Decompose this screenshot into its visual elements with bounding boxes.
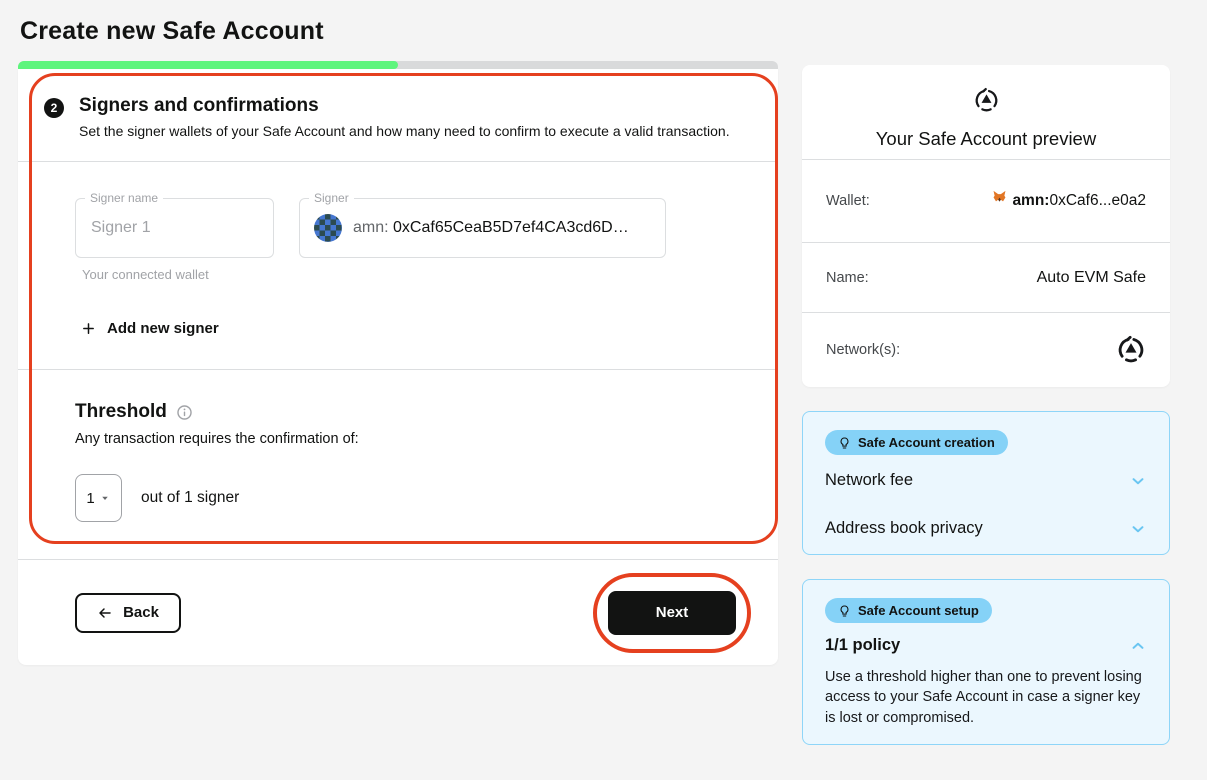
threshold-suffix: out of 1 signer (141, 489, 239, 507)
network-fee-label: Network fee (825, 471, 913, 490)
network-auto-evm-icon (1116, 335, 1146, 365)
plus-icon (81, 321, 96, 336)
next-button[interactable]: Next (608, 591, 736, 635)
back-button-label: Back (123, 604, 159, 621)
signer-name-prefix: amn: (353, 219, 389, 236)
chevron-down-icon (1129, 472, 1147, 490)
step-header: 2 Signers and confirmations Set the sign… (18, 69, 778, 162)
main-column: 2 Signers and confirmations Set the sign… (18, 61, 778, 745)
setup-badge: Safe Account setup (825, 598, 992, 623)
preview-wallet-row: Wallet: amn:0xCaf6...e0a2 (802, 159, 1170, 242)
networks-label: Network(s): (826, 342, 900, 358)
address-book-privacy-accordion[interactable]: Address book privacy (825, 519, 1147, 538)
signers-step-card: 2 Signers and confirmations Set the sign… (18, 69, 778, 665)
wallet-label: Wallet: (826, 193, 870, 209)
add-new-signer-label: Add new signer (107, 320, 219, 337)
signer-name-input[interactable] (76, 199, 273, 257)
info-icon[interactable] (176, 404, 193, 421)
creation-badge-label: Safe Account creation (858, 435, 995, 450)
arrow-left-icon (97, 605, 113, 621)
chevron-down-icon (1129, 520, 1147, 538)
signer-name-group: Signer name Your connected wallet (75, 198, 274, 282)
tip-card-creation: Safe Account creation Network fee Addres… (802, 411, 1170, 555)
step-description: Set the signer wallets of your Safe Acco… (79, 123, 730, 139)
wallet-value: amn:0xCaf6...e0a2 (1003, 192, 1146, 210)
step-header-text: Signers and confirmations Set the signer… (79, 95, 730, 161)
progress-bar-fill (18, 61, 398, 69)
create-safe-page: Create new Safe Account 2 Signers and co… (18, 17, 1170, 745)
wallet-address-value: 0xCaf6...e0a2 (1049, 192, 1146, 209)
network-fee-accordion[interactable]: Network fee (825, 471, 1147, 490)
signers-form: Signer name Your connected wallet Signer… (18, 162, 778, 370)
signer-address-label: Signer (309, 191, 354, 205)
add-new-signer-button[interactable]: Add new signer (75, 316, 225, 341)
chevron-up-icon (1129, 637, 1147, 655)
preview-title: Your Safe Account preview (802, 128, 1170, 150)
safe-name-value: Auto EVM Safe (1037, 269, 1146, 287)
signer-name-label: Signer name (85, 191, 163, 205)
threshold-description: Any transaction requires the confirmatio… (75, 431, 754, 447)
signer-address-text: amn: 0xCaf65CeaB5D7ef4CA3cd6D… (353, 219, 629, 237)
setup-badge-label: Safe Account setup (858, 603, 979, 618)
tip-card-setup: Safe Account setup 1/1 policy Use a thre… (802, 579, 1170, 745)
wallet-address-text: amn:0xCaf6...e0a2 (1012, 192, 1146, 210)
signer-name-field[interactable]: Signer name (75, 198, 274, 258)
signer-identicon (314, 214, 342, 242)
signer-name-helper: Your connected wallet (82, 267, 274, 282)
policy-description: Use a threshold higher than one to preve… (825, 667, 1147, 728)
address-book-privacy-label: Address book privacy (825, 519, 983, 538)
step-title: Signers and confirmations (79, 95, 730, 117)
step-footer: Back Next (18, 560, 778, 665)
preview-networks-row: Network(s): (802, 312, 1170, 387)
safe-preview-card: Your Safe Account preview Wallet: (802, 65, 1170, 387)
sidebar-column: Your Safe Account preview Wallet: (802, 65, 1170, 745)
signer-address-field[interactable]: Signer amn: 0xCaf65CeaB5D7ef4CA3cd6D… (299, 198, 666, 258)
threshold-section: Threshold Any transaction requires the c… (18, 370, 778, 560)
wallet-name-prefix: amn: (1012, 192, 1049, 209)
creation-badge: Safe Account creation (825, 430, 1008, 455)
lightbulb-icon (838, 604, 851, 618)
step-number-badge: 2 (44, 98, 64, 118)
threshold-title: Threshold (75, 401, 167, 423)
lightbulb-icon (838, 436, 851, 450)
caret-down-icon (99, 492, 111, 504)
preview-header: Your Safe Account preview (802, 65, 1170, 159)
preview-name-row: Name: Auto EVM Safe (802, 242, 1170, 312)
threshold-select[interactable]: 1 (75, 474, 122, 522)
name-label: Name: (826, 270, 869, 286)
page-title: Create new Safe Account (20, 17, 1170, 46)
policy-title: 1/1 policy (825, 636, 900, 655)
signer-address-value: 0xCaf65CeaB5D7ef4CA3cd6D… (393, 219, 629, 236)
metamask-fox-icon (991, 188, 1007, 204)
progress-bar (18, 61, 778, 69)
back-button[interactable]: Back (75, 593, 181, 633)
policy-accordion[interactable]: 1/1 policy (825, 636, 1147, 655)
autonomys-network-logo-icon (973, 87, 1000, 114)
annotation-highlight-next: Next (593, 573, 751, 653)
threshold-selected-value: 1 (86, 490, 94, 507)
